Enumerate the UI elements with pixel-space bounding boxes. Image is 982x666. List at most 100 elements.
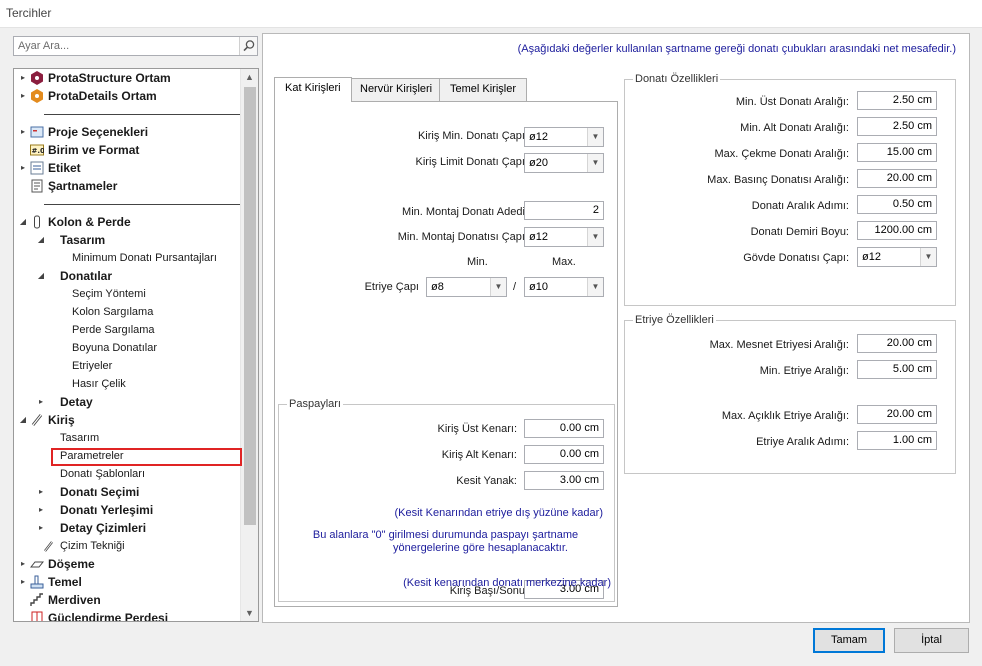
tree-item-boyuna[interactable]: Boyuna Donatılar bbox=[72, 339, 157, 357]
expand-arrow-icon[interactable]: ▸ bbox=[36, 519, 46, 537]
divider bbox=[44, 204, 240, 205]
expand-arrow-icon[interactable]: ▸ bbox=[36, 483, 46, 501]
expand-arrow-icon[interactable]: ▸ bbox=[18, 573, 28, 591]
expand-arrow-icon[interactable]: ▸ bbox=[18, 69, 28, 87]
mesnet-input[interactable]: 20.00 cm bbox=[857, 334, 937, 353]
tree-scrollbar[interactable]: ▲ ▼ bbox=[240, 69, 258, 621]
yanak-input[interactable]: 3.00 cm bbox=[524, 471, 604, 490]
min-etriye-label: Min. Etriye Aralığı: bbox=[759, 365, 849, 377]
expand-arrow-icon[interactable]: ▸ bbox=[18, 123, 28, 141]
collapse-arrow-icon[interactable]: ◢ bbox=[18, 213, 28, 231]
alt-input[interactable]: 0.00 cm bbox=[524, 445, 604, 464]
etriye-slash: / bbox=[513, 281, 517, 293]
chevron-down-icon[interactable]: ▼ bbox=[587, 154, 603, 172]
tree-item-perde-sargilama[interactable]: Perde Sargılama bbox=[72, 321, 155, 339]
aciklik-input[interactable]: 20.00 cm bbox=[857, 405, 937, 424]
select-value: ø12 bbox=[862, 251, 881, 263]
expand-arrow-icon[interactable]: ▸ bbox=[36, 501, 46, 519]
chevron-down-icon[interactable]: ▼ bbox=[920, 248, 936, 266]
expand-arrow-icon[interactable]: ▸ bbox=[18, 87, 28, 105]
cancel-button[interactable]: İptal bbox=[894, 628, 969, 653]
search-button[interactable] bbox=[239, 37, 257, 55]
min-etriye-input[interactable]: 5.00 cm bbox=[857, 360, 937, 379]
aralik-adimi-input[interactable]: 0.50 cm bbox=[857, 195, 937, 214]
donati-row-label: Min. Üst Donatı Aralığı: bbox=[735, 96, 849, 108]
etriye-min-select[interactable]: ø8 ▼ bbox=[426, 277, 507, 297]
tree-item-donati-sablonlari[interactable]: Donatı Şablonları bbox=[60, 465, 145, 483]
ok-button[interactable]: Tamam bbox=[813, 628, 885, 653]
donati-title: Donatı Özellikleri bbox=[633, 73, 721, 85]
tree-item-label: Donatı Yerleşimi bbox=[60, 503, 154, 517]
tab-content: Kiriş Min. Donatı Çapı: ø12 ▼ Kiriş Limi… bbox=[274, 101, 618, 607]
ust-input[interactable]: 0.00 cm bbox=[524, 419, 604, 438]
min-montaj-bar-label: Min. Montaj Donatısı Çapı: bbox=[397, 231, 528, 243]
expand-arrow-icon[interactable]: ▸ bbox=[18, 555, 28, 573]
max-header: Max. bbox=[552, 256, 576, 268]
limit-bar-label: Kiriş Limit Donatı Çapı: bbox=[415, 156, 528, 168]
paspay-note-1: (Kesit Kenarından etriye dış yüzüne kada… bbox=[394, 507, 603, 519]
collapse-arrow-icon[interactable]: ◢ bbox=[18, 411, 28, 429]
tab-temel-kirisler[interactable]: Temel Kirişler bbox=[439, 78, 528, 101]
tree-item-label: ProtaStructure Ortam bbox=[48, 71, 171, 85]
pencil-icon bbox=[44, 541, 53, 552]
collapse-arrow-icon[interactable]: ◢ bbox=[36, 231, 46, 249]
tree-item-label: Döşeme bbox=[48, 557, 95, 571]
chevron-down-icon[interactable]: ▼ bbox=[587, 228, 603, 246]
paspay-note-2b: yönergelerine göre hesaplanacaktır. bbox=[393, 542, 568, 554]
chevron-down-icon[interactable]: ▼ bbox=[587, 278, 603, 296]
tree-item-label: Detay Çizimleri bbox=[60, 521, 147, 535]
chevron-down-icon[interactable]: ▼ bbox=[587, 128, 603, 146]
format-icon: #.0 bbox=[30, 144, 45, 156]
tree-item-kiris-tasarim[interactable]: Tasarım bbox=[60, 429, 99, 447]
scroll-thumb[interactable] bbox=[244, 87, 256, 525]
govde-select[interactable]: ø12 ▼ bbox=[857, 247, 937, 267]
paspay-note-3: (Kesit kenarından donatı merkezine kadar… bbox=[403, 577, 611, 589]
divider bbox=[44, 114, 240, 115]
expand-arrow-icon[interactable]: ▸ bbox=[36, 393, 46, 411]
tree-item-label: Temel bbox=[48, 575, 82, 589]
foundation-icon bbox=[30, 575, 44, 589]
govde-label: Gövde Donatısı Çapı: bbox=[743, 252, 849, 264]
expand-arrow-icon[interactable]: ▸ bbox=[18, 159, 28, 177]
column-icon bbox=[34, 215, 40, 229]
tree-item-etriyeler[interactable]: Etriyeler bbox=[72, 357, 112, 375]
hexagon-icon bbox=[31, 71, 43, 85]
scroll-down-icon[interactable]: ▼ bbox=[241, 605, 258, 621]
tree-item-secim-yontemi[interactable]: Seçim Yöntemi bbox=[72, 285, 146, 303]
donati-row-label: Min. Alt Donatı Aralığı: bbox=[740, 122, 849, 134]
max-cekme-input[interactable]: 15.00 cm bbox=[857, 143, 937, 162]
max-basinc-input[interactable]: 20.00 cm bbox=[857, 169, 937, 188]
window-title: Tercihler bbox=[6, 6, 52, 20]
document-icon bbox=[31, 179, 43, 193]
search-input[interactable] bbox=[16, 38, 236, 54]
collapse-arrow-icon[interactable]: ◢ bbox=[36, 267, 46, 285]
limit-bar-select[interactable]: ø20 ▼ bbox=[524, 153, 604, 173]
yanak-label: Kesit Yanak: bbox=[456, 475, 517, 487]
chevron-down-icon[interactable]: ▼ bbox=[490, 278, 506, 296]
tree-item-min-pursantaj[interactable]: Minimum Donatı Pursantajları bbox=[72, 249, 217, 267]
min-montaj-count-label: Min. Montaj Donatı Adedi: bbox=[402, 206, 528, 218]
select-value: ø10 bbox=[529, 281, 548, 293]
tree-item-label: Detay bbox=[60, 395, 93, 409]
tab-nervur-kirisleri[interactable]: Nervür Kirişleri bbox=[349, 78, 444, 101]
hexagon-icon bbox=[31, 89, 43, 103]
min-montaj-count-input[interactable]: 2 bbox=[524, 201, 604, 220]
etriye-max-select[interactable]: ø10 ▼ bbox=[524, 277, 604, 297]
min-bar-select[interactable]: ø12 ▼ bbox=[524, 127, 604, 147]
tree-item-label: Çizim Tekniği bbox=[60, 540, 125, 552]
tree-item-hasir[interactable]: Hasır Çelik bbox=[72, 375, 126, 393]
min-ust-input[interactable]: 2.50 cm bbox=[857, 91, 937, 110]
tab-kat-kirisleri[interactable]: Kat Kirişleri bbox=[274, 77, 352, 102]
etriye-adim-input[interactable]: 1.00 cm bbox=[857, 431, 937, 450]
donati-row-label: Max. Basınç Donatısı Aralığı: bbox=[707, 174, 849, 186]
paspay-note-2a: Bu alanlara "0" girilmesi durumunda pasp… bbox=[312, 529, 579, 541]
min-alt-input[interactable]: 2.50 cm bbox=[857, 117, 937, 136]
min-montaj-bar-select[interactable]: ø12 ▼ bbox=[524, 227, 604, 247]
scroll-up-icon[interactable]: ▲ bbox=[241, 69, 258, 85]
tree-item-kolon-sargilama[interactable]: Kolon Sargılama bbox=[72, 303, 153, 321]
demir-boyu-input[interactable]: 1200.00 cm bbox=[857, 221, 937, 240]
select-value: ø20 bbox=[529, 157, 548, 169]
svg-text:#.0: #.0 bbox=[32, 147, 45, 155]
tree-item-label: Donatı Seçimi bbox=[60, 485, 140, 499]
tree-item-label: Güçlendirme Perdesi bbox=[48, 611, 169, 622]
